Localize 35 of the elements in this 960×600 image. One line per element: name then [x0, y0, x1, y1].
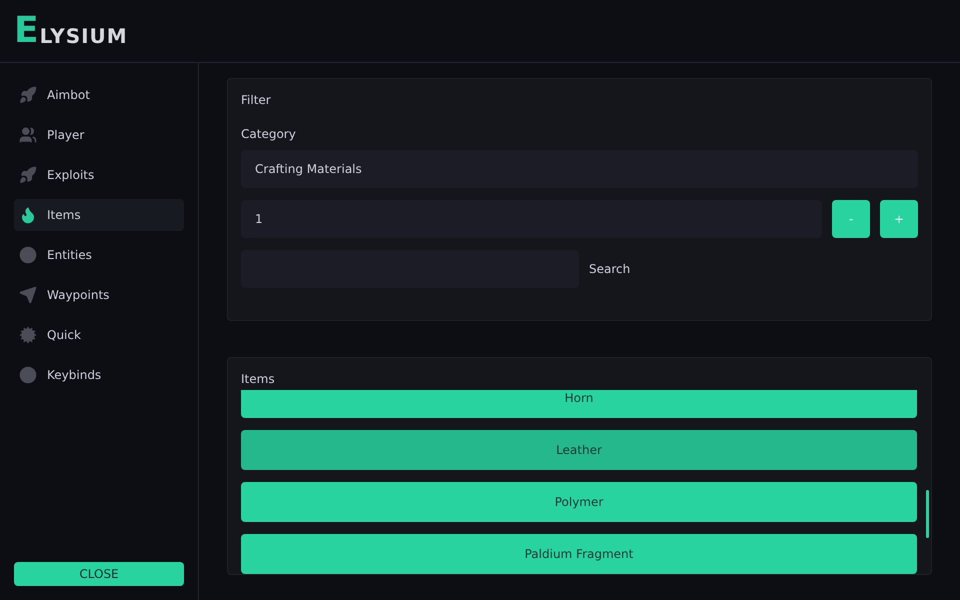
amount-field[interactable]: 1: [241, 200, 822, 238]
sidebar-item[interactable]: Exploits: [14, 159, 184, 191]
item-button[interactable]: Polymer: [241, 482, 917, 522]
panel-title: Filter: [241, 93, 272, 107]
sidebar-label: Aimbot: [47, 88, 90, 102]
sidebar-label: Waypoints: [47, 288, 110, 302]
item-button[interactable]: Paldium Fragment: [241, 534, 917, 574]
sidebar-label: Keybinds: [47, 368, 102, 382]
flame-icon: [19, 206, 37, 224]
sidebar-item[interactable]: Quick: [14, 319, 184, 351]
search-button[interactable]: Search: [589, 262, 630, 276]
sidebar-label: Exploits: [47, 168, 94, 182]
sidebar-label: Quick: [47, 328, 81, 342]
sidebar-item[interactable]: Aimbot: [14, 79, 184, 111]
sidebar-item[interactable]: Items: [14, 199, 184, 231]
scrollbar-thumb[interactable]: [926, 490, 929, 538]
item-button[interactable]: Leather: [241, 430, 917, 470]
sidebar-item[interactable]: Keybinds: [14, 359, 184, 391]
item-button[interactable]: Horn: [241, 390, 917, 418]
people-icon: [19, 126, 37, 144]
sidebar-item[interactable]: Waypoints: [14, 279, 184, 311]
field-label: Category: [241, 127, 297, 141]
gear-icon: [19, 326, 37, 344]
sidebar-item[interactable]: Player: [14, 119, 184, 151]
sidebar-item[interactable]: Entities: [14, 239, 184, 271]
rocket-icon: [19, 166, 37, 184]
panel-title: Items: [241, 372, 276, 386]
paper-plane-icon: [19, 286, 37, 304]
logo: E LYSIUM: [14, 13, 128, 49]
rocket-icon: [19, 86, 37, 104]
close-button[interactable]: CLOSE: [14, 562, 184, 586]
sidebar-label: Player: [47, 128, 84, 142]
category-dropdown[interactable]: Crafting Materials: [241, 150, 918, 188]
sidebar-label: Entities: [47, 248, 92, 262]
sidebar-label: Items: [47, 208, 81, 222]
